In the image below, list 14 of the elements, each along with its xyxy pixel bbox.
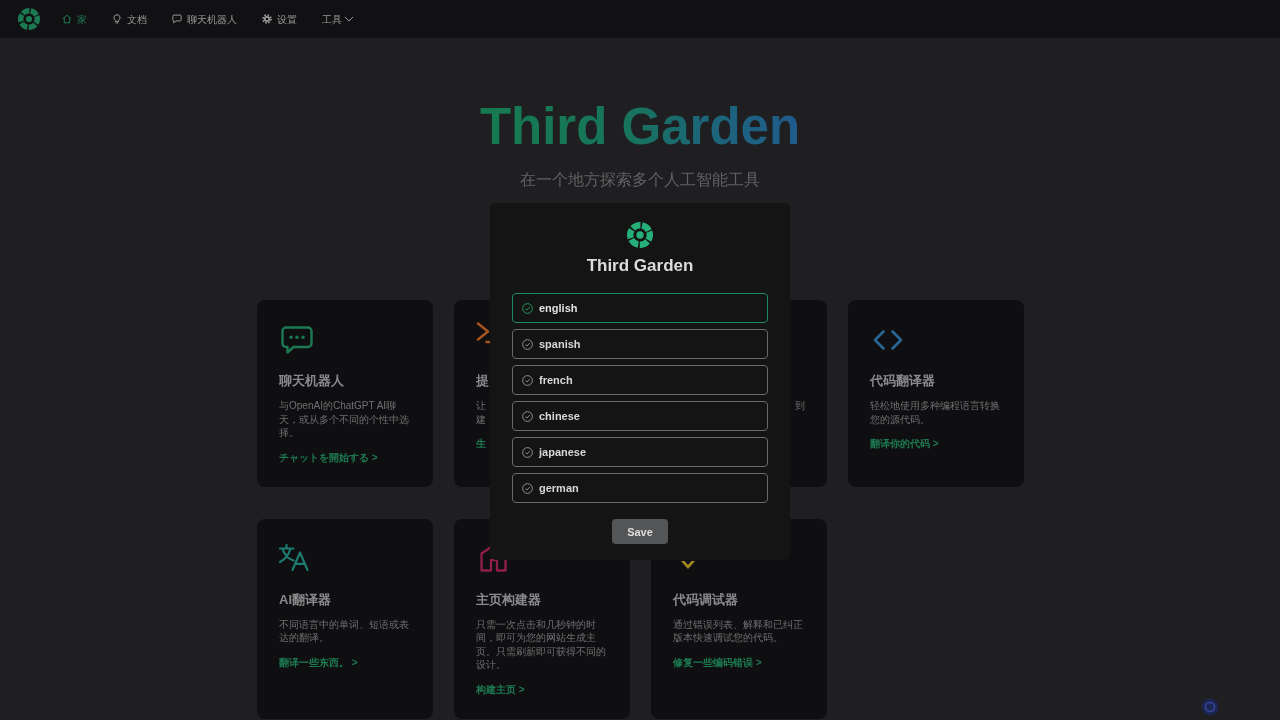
card-description: 轻松地使用多种编程语言转换您的源代码。: [870, 399, 1001, 426]
card-title: 代码翻译器: [870, 373, 935, 389]
card-title: 代码调试器: [673, 591, 738, 608]
card-description: 建: [476, 412, 486, 426]
card-description: 通过错误列表、解释和已纠正版本快速调试您的代码。: [673, 617, 804, 645]
card-title: 主页构建器: [476, 591, 541, 608]
card-title: 提: [476, 373, 489, 389]
card-description: 到: [795, 399, 805, 413]
card-description: 让: [476, 399, 486, 413]
card-title: 聊天机器人: [279, 373, 344, 389]
dialog-title: Third Garden: [586, 256, 694, 276]
card-description: 与OpenAI的ChatGPT AI聊天，或从多个不同的个性中选择。: [279, 399, 410, 440]
card-title: AI翻译器: [279, 591, 331, 608]
card-description: 不同语言中的单词、短语或表达的翻译。: [279, 617, 410, 645]
